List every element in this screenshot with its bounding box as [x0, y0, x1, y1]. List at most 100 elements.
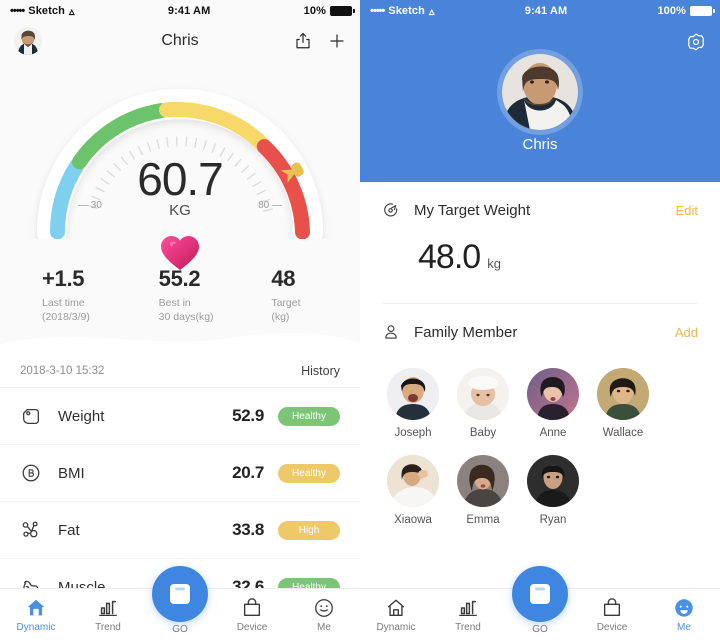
- heart-icon: [161, 236, 199, 270]
- tab-me[interactable]: Me: [288, 589, 360, 640]
- share-icon[interactable]: [294, 32, 312, 50]
- avatar: [387, 368, 439, 420]
- status-bar-left: ••••• Sketch ▵ 9:41 AM 10%: [0, 0, 360, 22]
- stat-target: 48 Target (kg): [247, 266, 360, 324]
- avatar: [527, 455, 579, 507]
- dual-phone-mockup: ••••• Sketch ▵ 9:41 AM 10% Chris 60.7 KG…: [0, 0, 720, 640]
- list-item[interactable]: Wallace: [588, 368, 658, 439]
- profile-header: ••••• Sketch ▵ 9:41 AM 100% Chris: [360, 0, 720, 182]
- target-weight-unit: kg: [487, 256, 501, 271]
- list-item[interactable]: Joseph: [378, 368, 448, 439]
- add-link[interactable]: Add: [675, 325, 698, 340]
- carrier-label: Sketch: [28, 5, 65, 17]
- list-item[interactable]: Weight 52.9 Healthy: [0, 388, 360, 446]
- tab-dynamic[interactable]: Dynamic: [360, 589, 432, 640]
- tab-dynamic[interactable]: Dynamic: [0, 589, 72, 640]
- measurement-time-row: 2018-3-10 15:32 History: [0, 354, 360, 389]
- target-weight-section: My Target Weight Edit 48.0 kg: [360, 182, 720, 303]
- member-name: Anne: [539, 427, 567, 439]
- list-item[interactable]: BMI 20.7 Healthy: [0, 445, 360, 503]
- history-link[interactable]: History: [301, 364, 340, 378]
- avatar: [527, 368, 579, 420]
- metric-name: Weight: [58, 407, 105, 425]
- phone-screen-profile: ••••• Sketch ▵ 9:41 AM 100% Chris My Tar…: [360, 0, 720, 640]
- gear-icon[interactable]: [686, 32, 706, 52]
- home-icon: [25, 597, 47, 619]
- status-badge: Healthy: [278, 463, 340, 483]
- list-item[interactable]: Baby: [448, 368, 518, 439]
- gauge-max-label: 80 —: [258, 200, 282, 211]
- battery-icon: [690, 6, 715, 16]
- avatar[interactable]: [14, 27, 42, 55]
- list-item[interactable]: Xiaowa: [378, 455, 448, 526]
- tab-trend[interactable]: Trend: [432, 589, 504, 640]
- gauge-unit: KG: [169, 202, 191, 219]
- tab-label: Me: [677, 621, 691, 633]
- scale-icon: [530, 584, 550, 604]
- go-button[interactable]: [152, 566, 208, 622]
- tab-device[interactable]: Device: [576, 589, 648, 640]
- member-name: Joseph: [394, 427, 432, 439]
- avatar: [387, 455, 439, 507]
- stat-last-time: +1.5 Last time (2018/3/9): [0, 266, 131, 324]
- tab-bar-right: Dynamic Trend GO Device Me: [360, 566, 720, 640]
- metric-name: BMI: [58, 464, 85, 482]
- list-item[interactable]: Emma: [448, 455, 518, 526]
- metric-value: 20.7: [232, 463, 264, 483]
- tab-label: Device: [596, 621, 628, 633]
- tab-me[interactable]: Me: [648, 589, 720, 640]
- stat-label: Target (kg): [271, 297, 301, 324]
- tab-go[interactable]: GO: [144, 566, 216, 640]
- target-weight-value: 48.0: [418, 238, 481, 276]
- avatar: [457, 368, 509, 420]
- device-icon: [601, 597, 623, 619]
- stat-label: Best in 30 days(kg): [158, 297, 214, 324]
- list-item[interactable]: Fat 33.8 High: [0, 502, 360, 560]
- status-carrier: ••••• Sketch ▵: [10, 5, 75, 18]
- metric-name: Fat: [58, 521, 80, 539]
- stat-value: 48: [271, 266, 296, 291]
- bmi-icon: [20, 462, 42, 484]
- target-icon: [382, 201, 400, 219]
- stat-best-30-days: 55.2 Best in 30 days(kg): [131, 266, 248, 324]
- gauge-min-label: — 30: [78, 200, 102, 211]
- tab-trend[interactable]: Trend: [72, 589, 144, 640]
- person-icon: [382, 323, 400, 341]
- status-time: 9:41 AM: [167, 5, 211, 17]
- avatar[interactable]: [502, 54, 578, 130]
- member-name: Baby: [469, 427, 497, 439]
- weight-gauge: 60.7 KG — 30 80 —: [0, 60, 360, 270]
- section-title: My Target Weight: [414, 201, 531, 219]
- status-badge: Healthy: [278, 406, 340, 426]
- member-name: Xiaowa: [394, 514, 432, 526]
- weight-scale-icon: [20, 405, 42, 427]
- member-name: Ryan: [539, 514, 567, 526]
- battery-percent: 10%: [303, 5, 326, 17]
- carrier-label: Sketch: [388, 5, 425, 17]
- measurement-timestamp: 2018-3-10 15:32: [20, 364, 105, 377]
- list-item[interactable]: Anne: [518, 368, 588, 439]
- go-button[interactable]: [512, 566, 568, 622]
- status-time: 9:41 AM: [524, 5, 568, 17]
- tab-label: Me: [317, 621, 331, 633]
- member-name: Emma: [466, 514, 500, 526]
- edit-link[interactable]: Edit: [676, 203, 698, 218]
- status-battery: 100%: [657, 5, 715, 17]
- nav-bar-left: Chris: [0, 22, 360, 60]
- chart-icon: [457, 597, 479, 619]
- tab-device[interactable]: Device: [216, 589, 288, 640]
- home-icon: [385, 597, 407, 619]
- status-badge: High: [278, 520, 340, 540]
- status-battery: 10%: [303, 5, 355, 17]
- tab-label: GO: [172, 624, 188, 635]
- avatar: [457, 455, 509, 507]
- list-item[interactable]: Ryan: [518, 455, 588, 526]
- status-carrier: ••••• Sketch ▵: [370, 5, 435, 18]
- tab-label: Trend: [95, 621, 121, 633]
- tab-go[interactable]: GO: [504, 566, 576, 640]
- metric-value: 52.9: [232, 406, 264, 426]
- tab-label: Trend: [455, 621, 481, 633]
- plus-icon[interactable]: [328, 32, 346, 50]
- battery-icon: [330, 6, 355, 16]
- tab-label: Device: [236, 621, 268, 633]
